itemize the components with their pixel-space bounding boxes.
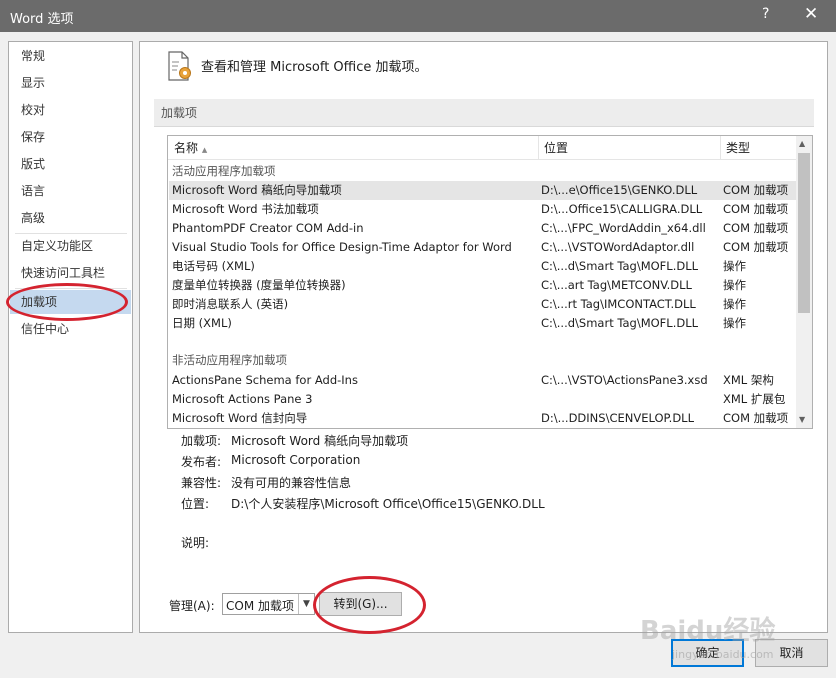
column-name-label: 名称 [174, 141, 199, 155]
addin-gear-icon [168, 51, 191, 81]
sidebar-item-save[interactable]: 保存 [10, 125, 131, 149]
cell-name: Microsoft Actions Pane 3 [172, 392, 313, 406]
vertical-scrollbar[interactable]: ▲ ▼ [796, 136, 812, 428]
table-row[interactable]: Visual Studio Tools for Office Design-Ti… [169, 238, 796, 257]
cell-name: ActionsPane Schema for Add-Ins [172, 373, 358, 387]
help-button[interactable]: ? [762, 6, 769, 22]
cell-type: COM 加载项 [723, 202, 789, 216]
detail-publisher-label: 发布者: [181, 455, 222, 469]
addins-panel: 查看和管理 Microsoft Office 加载项。 加载项 名称 ▲ 位置 … [139, 41, 828, 633]
sidebar-item-language[interactable]: 语言 [10, 179, 131, 203]
sidebar-item-display[interactable]: 显示 [10, 71, 131, 95]
scroll-up-icon[interactable]: ▲ [799, 139, 805, 148]
table-row[interactable]: 电话号码 (XML) C:\...d\Smart Tag\MOFL.DLL 操作 [169, 257, 796, 276]
cell-type: 操作 [723, 297, 746, 311]
scroll-down-icon[interactable]: ▼ [799, 415, 805, 424]
detail-location-value: D:\个人安装程序\Microsoft Office\Office15\GENK… [231, 497, 545, 511]
column-header-row: 名称 ▲ 位置 类型 [168, 136, 796, 160]
table-row[interactable]: Microsoft Word 稿纸向导加载项 D:\...e\Office15\… [169, 181, 796, 200]
table-row[interactable]: PhantomPDF Creator COM Add-in C:\...\FPC… [169, 219, 796, 238]
table-row[interactable]: 即时消息联系人 (英语) C:\...rt Tag\IMCONTACT.DLL … [169, 295, 796, 314]
sidebar-item-quick-access[interactable]: 快速访问工具栏 [10, 261, 131, 285]
cell-type: 操作 [723, 278, 746, 292]
detail-addin-value: Microsoft Word 稿纸向导加载项 [231, 434, 409, 448]
cell-location: C:\...\VSTO\ActionsPane3.xsd [541, 373, 708, 387]
group-inactive: 非活动应用程序加载项 [172, 353, 287, 367]
column-type[interactable]: 类型 [720, 136, 750, 160]
cell-location: C:\...d\Smart Tag\MOFL.DLL [541, 316, 699, 330]
table-row[interactable]: Microsoft Word 信封向导 D:\...DDINS\CENVELOP… [169, 409, 796, 428]
manage-select-value: COM 加载项 [226, 599, 294, 613]
title-bar: Word 选项 ? ✕ [0, 0, 836, 32]
group-active: 活动应用程序加载项 [172, 164, 276, 178]
detail-publisher-value: Microsoft Corporation [231, 453, 361, 467]
cell-name: 日期 (XML) [172, 316, 232, 330]
cell-type: COM 加载项 [723, 411, 789, 425]
cell-type: 操作 [723, 259, 746, 273]
cell-location: C:\...d\Smart Tag\MOFL.DLL [541, 259, 699, 273]
sidebar-item-general[interactable]: 常规 [10, 44, 131, 68]
table-row[interactable]: Microsoft Word 书法加载项 D:\...Office15\CALL… [169, 200, 796, 219]
annotation-circle-addins [6, 283, 128, 321]
cell-location: D:\...Office15\CALLIGRA.DLL [541, 202, 703, 216]
cell-name: Microsoft Word 书法加载项 [172, 202, 319, 216]
watermark-url: jingyan.baidu.com [672, 648, 774, 661]
manage-label: 管理(A): [169, 599, 215, 613]
window-title: Word 选项 [10, 12, 74, 27]
cell-name: 即时消息联系人 (英语) [172, 297, 289, 311]
cell-location: C:\...art Tag\METCONV.DLL [541, 278, 692, 292]
sidebar-item-advanced[interactable]: 高级 [10, 206, 131, 230]
column-location[interactable]: 位置 [538, 136, 568, 160]
addins-section-header: 加载项 [154, 99, 814, 127]
table-row[interactable]: 度量单位转换器 (度量单位转换器) C:\...art Tag\METCONV.… [169, 276, 796, 295]
cell-location: C:\...\VSTOWordAdaptor.dll [541, 240, 695, 254]
column-name[interactable]: 名称 ▲ [168, 136, 207, 160]
close-button[interactable]: ✕ [804, 4, 818, 24]
table-row[interactable]: 日期 (XML) C:\...d\Smart Tag\MOFL.DLL 操作 [169, 314, 796, 333]
chevron-down-icon[interactable]: ▼ [298, 594, 314, 614]
cell-location: C:\...rt Tag\IMCONTACT.DLL [541, 297, 696, 311]
annotation-circle-goto [313, 576, 426, 634]
cell-type: XML 架构 [723, 373, 774, 387]
scroll-thumb[interactable] [798, 153, 810, 313]
detail-description-label: 说明: [181, 536, 210, 550]
sort-asc-icon: ▲ [201, 146, 208, 154]
cell-location: C:\...\FPC_WordAddin_x64.dll [541, 221, 706, 235]
cell-name: Microsoft Word 信封向导 [172, 411, 308, 425]
cell-location: D:\...DDINS\CENVELOP.DLL [541, 411, 694, 425]
cell-name: 度量单位转换器 (度量单位转换器) [172, 278, 346, 292]
cell-type: COM 加载项 [723, 240, 789, 254]
sidebar-item-customize-ribbon[interactable]: 自定义功能区 [10, 234, 131, 258]
watermark-logo: Baidu经验 [640, 616, 776, 646]
cell-name: 电话号码 (XML) [172, 259, 255, 273]
cell-type: XML 扩展包 [723, 392, 786, 406]
detail-addin-label: 加载项: [181, 434, 222, 448]
cell-name: PhantomPDF Creator COM Add-in [172, 221, 364, 235]
options-sidebar: 常规 显示 校对 保存 版式 语言 高级 自定义功能区 快速访问工具栏 加载项 … [8, 41, 133, 633]
detail-compat-label: 兼容性: [181, 476, 222, 490]
cell-type: COM 加载项 [723, 221, 789, 235]
cell-name: Visual Studio Tools for Office Design-Ti… [172, 240, 512, 254]
page-title: 查看和管理 Microsoft Office 加载项。 [201, 60, 428, 75]
detail-compat-value: 没有可用的兼容性信息 [231, 476, 352, 490]
cell-type: COM 加载项 [723, 183, 789, 197]
manage-select[interactable]: COM 加载项 ▼ [222, 593, 315, 615]
sidebar-item-layout[interactable]: 版式 [10, 152, 131, 176]
sidebar-item-proofing[interactable]: 校对 [10, 98, 131, 122]
cell-name: Microsoft Word 稿纸向导加载项 [172, 183, 342, 197]
table-row[interactable]: ActionsPane Schema for Add-Ins C:\...\VS… [169, 371, 796, 390]
addins-list[interactable]: 名称 ▲ 位置 类型 活动应用程序加载项 Microsoft Word 稿纸向导… [167, 135, 813, 429]
detail-location-label: 位置: [181, 497, 210, 511]
cell-type: 操作 [723, 316, 746, 330]
table-row[interactable]: Microsoft Actions Pane 3 XML 扩展包 [169, 390, 796, 409]
cell-location: D:\...e\Office15\GENKO.DLL [541, 183, 698, 197]
